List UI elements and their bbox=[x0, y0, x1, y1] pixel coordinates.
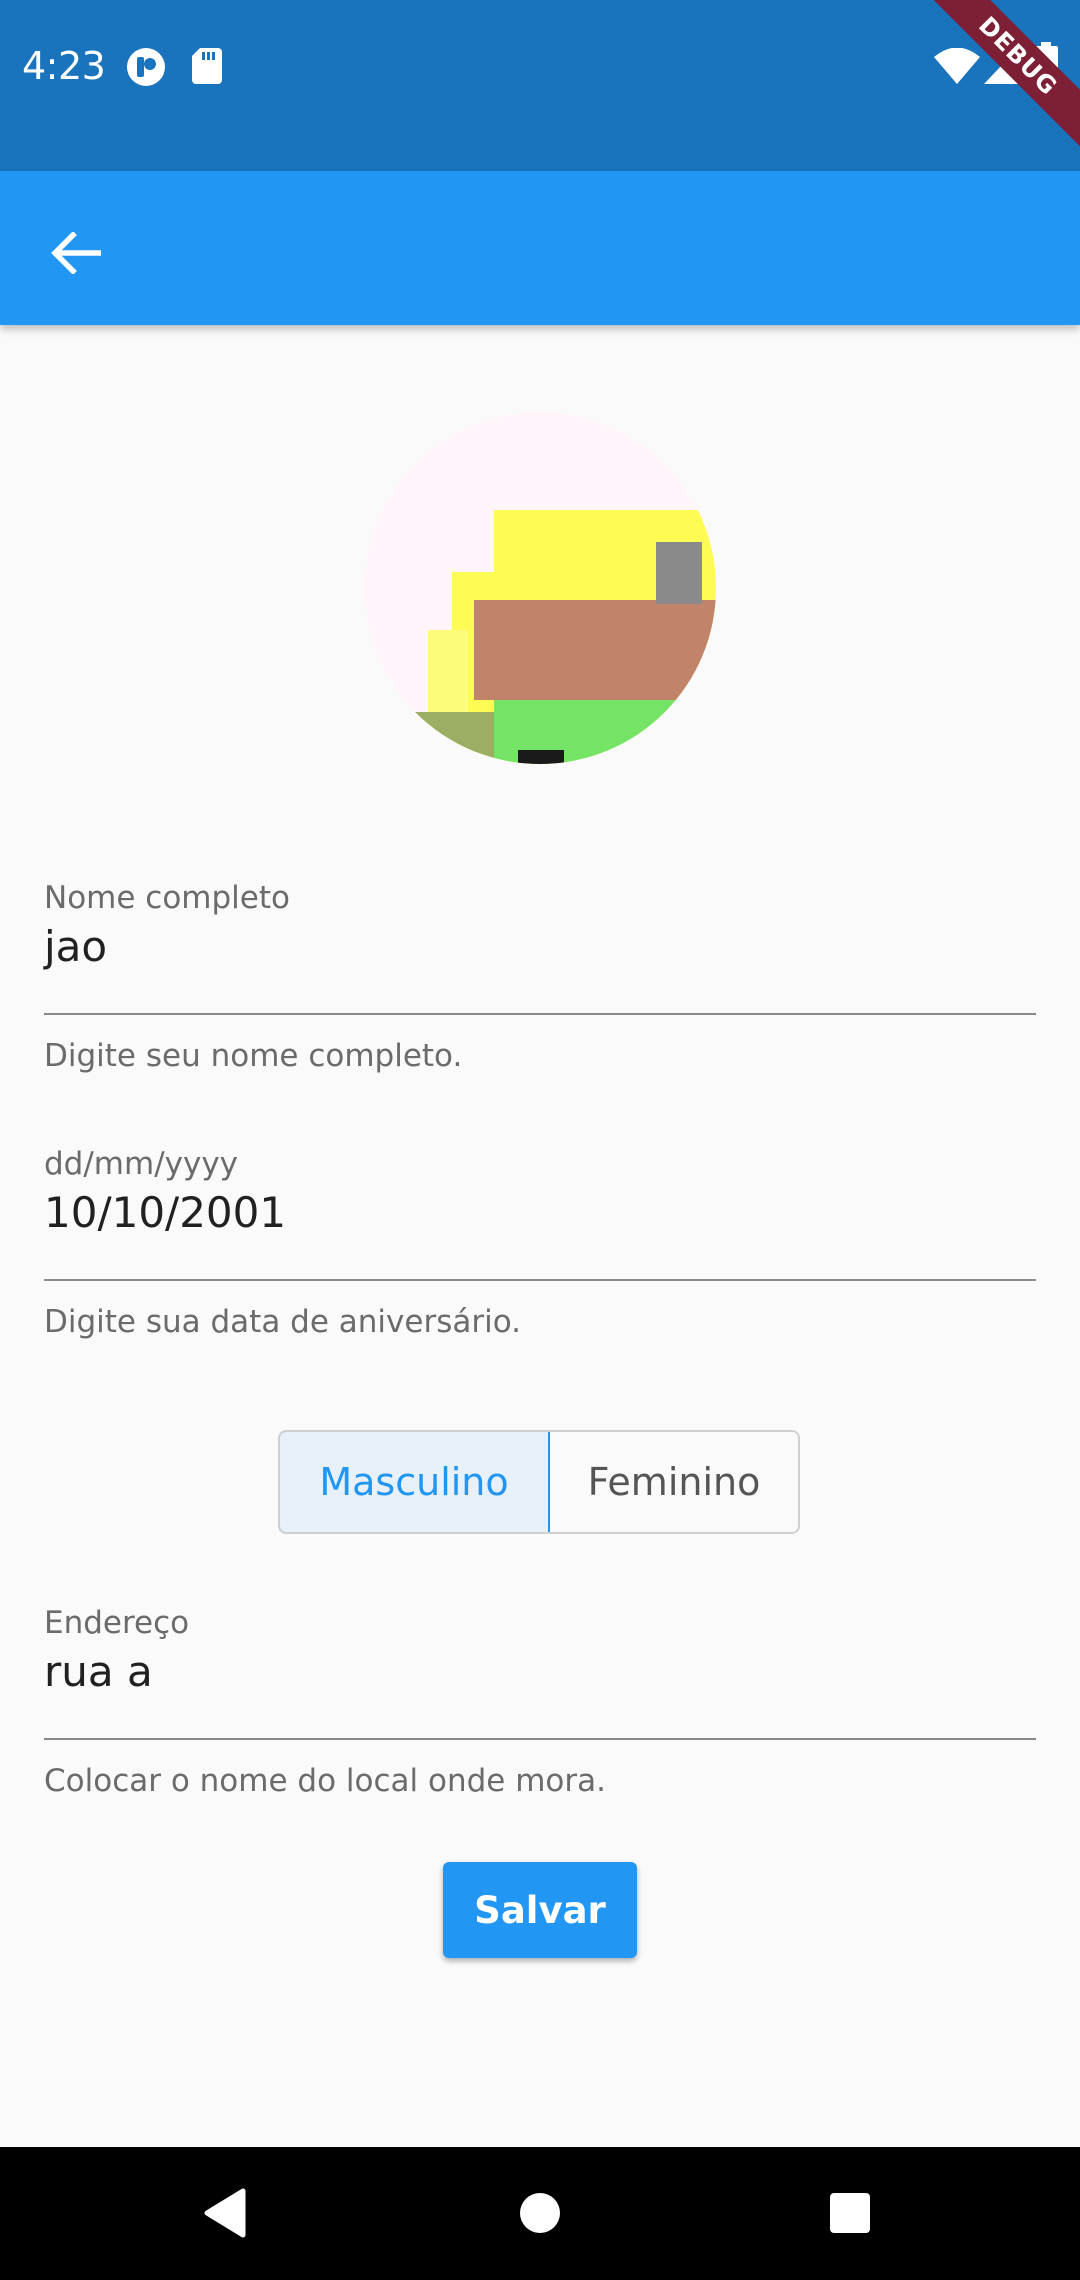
address-field[interactable]: Endereço rua a Colocar o nome do local o… bbox=[44, 1605, 1036, 1805]
gender-option-masculino[interactable]: Masculino bbox=[280, 1432, 550, 1532]
nav-recents-button[interactable] bbox=[814, 2177, 886, 2249]
status-bar: 4:23 DEBUG bbox=[0, 0, 1080, 171]
status-time: 4:23 bbox=[22, 44, 106, 88]
nav-back-button[interactable] bbox=[188, 2177, 260, 2249]
back-triangle-icon bbox=[204, 2188, 246, 2238]
avatar[interactable] bbox=[364, 412, 716, 764]
name-field[interactable]: Nome completo jao Digite seu nome comple… bbox=[44, 880, 1036, 1080]
birthdate-input-value[interactable]: 10/10/2001 bbox=[44, 1188, 1036, 1237]
app-bar bbox=[0, 171, 1080, 325]
address-helper-text: Colocar o nome do local onde mora. bbox=[44, 1763, 606, 1799]
name-label: Nome completo bbox=[44, 880, 290, 916]
back-button[interactable] bbox=[34, 211, 118, 295]
nav-home-button[interactable] bbox=[504, 2177, 576, 2249]
birthdate-label: dd/mm/yyyy bbox=[44, 1146, 239, 1182]
name-underline bbox=[44, 1013, 1036, 1015]
recents-square-icon bbox=[830, 2193, 870, 2233]
birthdate-field[interactable]: dd/mm/yyyy 10/10/2001 Digite sua data de… bbox=[44, 1146, 1036, 1346]
name-helper-text: Digite seu nome completo. bbox=[44, 1038, 463, 1074]
address-underline bbox=[44, 1738, 1036, 1740]
gender-toggle: Masculino Feminino bbox=[278, 1430, 800, 1534]
pocket-icon bbox=[126, 47, 166, 91]
birthdate-helper-text: Digite sua data de aniversário. bbox=[44, 1304, 521, 1340]
wifi-icon bbox=[934, 47, 980, 88]
birthdate-underline bbox=[44, 1279, 1036, 1281]
arrow-back-icon bbox=[51, 232, 101, 274]
gender-option-feminino[interactable]: Feminino bbox=[550, 1432, 798, 1532]
save-button[interactable]: Salvar bbox=[443, 1862, 637, 1958]
home-circle-icon bbox=[520, 2193, 560, 2233]
address-label: Endereço bbox=[44, 1605, 190, 1641]
address-input-value[interactable]: rua a bbox=[44, 1647, 1036, 1696]
name-input-value[interactable]: jao bbox=[44, 922, 1036, 971]
nav-bar bbox=[0, 2147, 1080, 2280]
sd-card-icon bbox=[192, 48, 222, 88]
screen: 4:23 DEBUG Nome completo jao Digite seu … bbox=[0, 0, 1080, 2280]
